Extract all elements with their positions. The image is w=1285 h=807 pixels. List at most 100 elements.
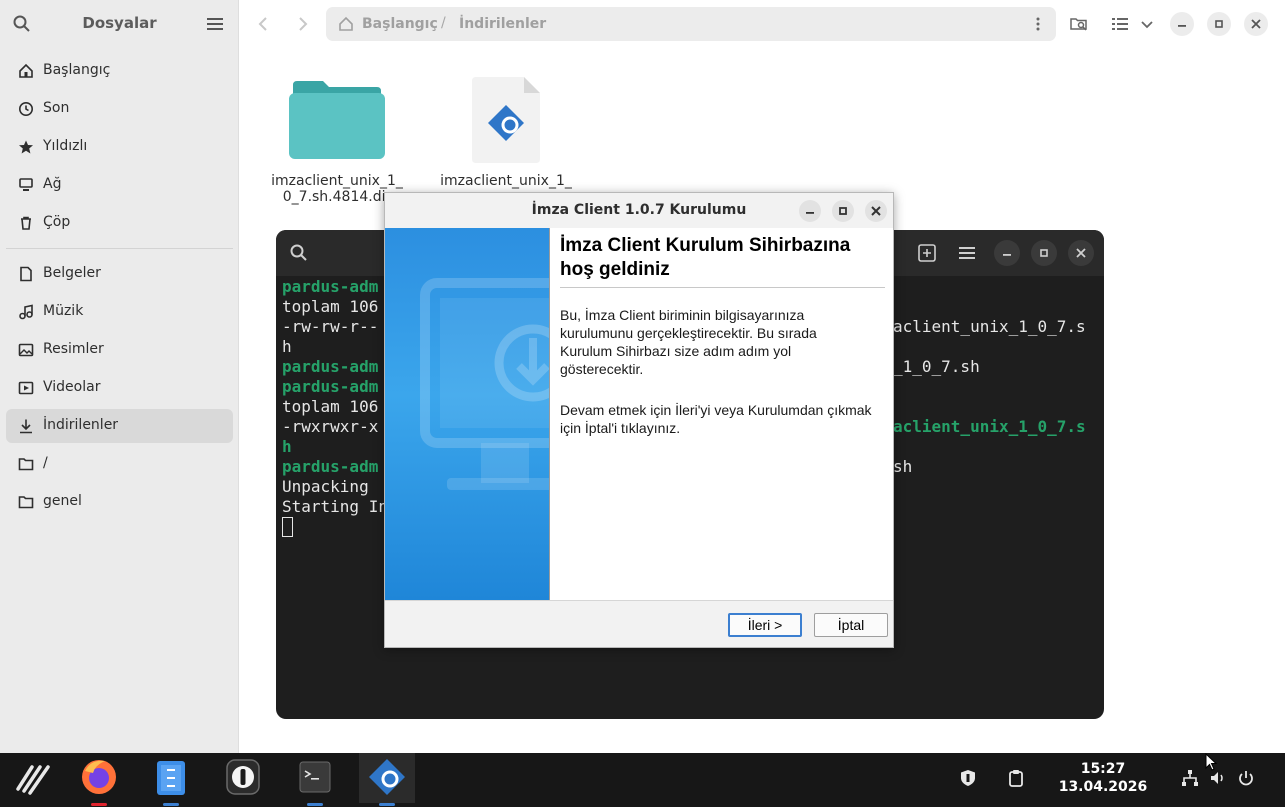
paragraph-line: Devam etmek için İleri'yi veya Kurulumda… [560, 402, 872, 418]
maximize-button[interactable] [832, 200, 854, 222]
maximize-icon [839, 207, 847, 215]
installer-dialog: İmza Client 1.0.7 Kurulumu İmza Client K… [384, 192, 894, 648]
terminal-line: pardus-adm [282, 277, 379, 296]
app-title: Dosyalar [82, 14, 157, 32]
files-icon [157, 761, 185, 795]
sidebar-item-label: Belgeler [43, 265, 101, 281]
close-button[interactable] [865, 200, 887, 222]
close-icon [1251, 19, 1261, 29]
maximize-icon [1215, 20, 1223, 28]
chevron-down-icon[interactable] [1137, 14, 1157, 34]
clock[interactable]: 15:27 13.04.2026 [1058, 760, 1148, 796]
close-button[interactable] [1244, 12, 1268, 36]
file-name: imzaclient_unix_1_ [436, 173, 576, 189]
paragraph-line: Kurulum Sihirbazı size adım adım yol [560, 343, 792, 359]
sidebar-item-music[interactable]: Müzik [6, 295, 233, 329]
clipboard-icon[interactable] [1006, 768, 1026, 788]
sidebar-item-downloads[interactable]: İndirilenler [6, 409, 233, 443]
sidebar-item-label: Ağ [43, 176, 62, 192]
next-button[interactable]: İleri > [728, 613, 802, 637]
monitor-download-icon [420, 278, 549, 490]
minimize-button[interactable] [799, 200, 821, 222]
hamburger-menu-icon[interactable] [957, 243, 977, 263]
instruction-paragraph: Devam etmek için İleri'yi veya Kurulumda… [560, 401, 890, 437]
sidebar-item-videos[interactable]: Videolar [6, 371, 233, 405]
sidebar-item-label: Resimler [43, 341, 104, 357]
taskbar-app-installer[interactable] [359, 753, 415, 806]
cancel-button[interactable]: İptal [814, 613, 888, 637]
wizard-heading: İmza Client Kurulum Sihirbazına hoş geld… [560, 234, 880, 282]
terminal-line-tail: _1_0_7.sh [893, 357, 980, 376]
sidebar-item-home[interactable]: Başlangıç [6, 54, 233, 88]
password-manager-icon [226, 759, 260, 795]
sidebar-item-label: Çöp [43, 214, 71, 230]
dialog-titlebar: İmza Client 1.0.7 Kurulumu [385, 193, 893, 228]
breadcrumb-home[interactable]: Başlangıç [362, 16, 438, 32]
sidebar-item-label: İndirilenler [43, 417, 119, 433]
wizard-banner [385, 228, 549, 600]
minimize-icon [1003, 254, 1011, 256]
installer-file-icon [472, 77, 540, 163]
terminal-line: h [282, 437, 292, 456]
terminal-line: pardus-adm [282, 357, 379, 376]
sidebar-item-trash[interactable]: Çöp [6, 206, 233, 240]
terminal-line-tail: aclient_unix_1_0_7.s [893, 417, 1086, 436]
pardus-menu-icon [16, 765, 50, 795]
hamburger-menu-icon[interactable] [205, 14, 225, 34]
maximize-button[interactable] [1207, 12, 1231, 36]
breadcrumb-current[interactable]: İndirilenler [459, 16, 546, 32]
maximize-icon [1040, 249, 1048, 257]
sidebar-item-pictures[interactable]: Resimler [6, 333, 233, 367]
minimize-button[interactable] [1170, 12, 1194, 36]
image-icon [18, 343, 34, 357]
minimize-button[interactable] [994, 240, 1020, 266]
terminal-cursor [282, 517, 293, 537]
taskbar: 15:27 13.04.2026 [0, 753, 1285, 807]
pardus-menu-button[interactable] [4, 753, 60, 803]
taskbar-app-files[interactable] [143, 753, 199, 806]
taskbar-app-terminal[interactable] [287, 753, 343, 806]
path-bar[interactable]: Başlangıç / İndirilenler [326, 7, 1056, 41]
sidebar-item-root[interactable]: / [6, 447, 233, 481]
sidebar-item-documents[interactable]: Belgeler [6, 257, 233, 291]
list-view-icon[interactable] [1110, 14, 1130, 34]
intro-paragraph: Bu, İmza Client biriminin bilgisayarınız… [560, 306, 890, 378]
sidebar-item-genel[interactable]: genel [6, 485, 233, 519]
folder-icon [18, 458, 34, 471]
more-options-icon[interactable] [1030, 16, 1046, 32]
terminal-line: Starting In [282, 497, 388, 516]
power-icon[interactable] [1236, 768, 1256, 788]
network-wired-icon[interactable] [1180, 768, 1200, 788]
sidebar-divider [6, 248, 233, 249]
sidebar-header: Dosyalar [0, 0, 239, 48]
forward-arrow-icon[interactable] [292, 14, 312, 34]
video-icon [18, 381, 34, 395]
download-icon [20, 419, 32, 434]
taskbar-app-firefox[interactable] [71, 753, 127, 806]
heading-divider [560, 287, 885, 288]
close-icon [1076, 248, 1086, 258]
sidebar-item-recent[interactable]: Son [6, 92, 233, 126]
taskbar-app-password-manager[interactable] [215, 753, 271, 803]
search-folder-icon[interactable] [1069, 14, 1089, 34]
sidebar-item-label: Son [43, 100, 70, 116]
terminal-line: toplam 106 [282, 297, 379, 316]
clock-icon [19, 102, 33, 116]
back-arrow-icon[interactable] [254, 14, 274, 34]
running-indicator [379, 803, 395, 806]
network-icon [19, 178, 33, 191]
terminal-line: -rwxrwxr-x [282, 417, 379, 436]
shield-icon[interactable] [958, 768, 978, 788]
sidebar-item-network[interactable]: Ağ [6, 168, 233, 202]
terminal-line: h [282, 337, 292, 356]
close-button[interactable] [1068, 240, 1094, 266]
music-icon [19, 304, 33, 320]
star-icon [19, 140, 33, 154]
folder-icon [18, 496, 34, 509]
new-tab-icon[interactable] [917, 243, 937, 263]
close-icon [871, 206, 881, 216]
sidebar: Dosyalar Başlangıç Son Yıldızlı Ağ Çöp B… [0, 0, 239, 753]
maximize-button[interactable] [1031, 240, 1057, 266]
sidebar-item-starred[interactable]: Yıldızlı [6, 130, 233, 164]
search-icon[interactable] [289, 243, 309, 263]
